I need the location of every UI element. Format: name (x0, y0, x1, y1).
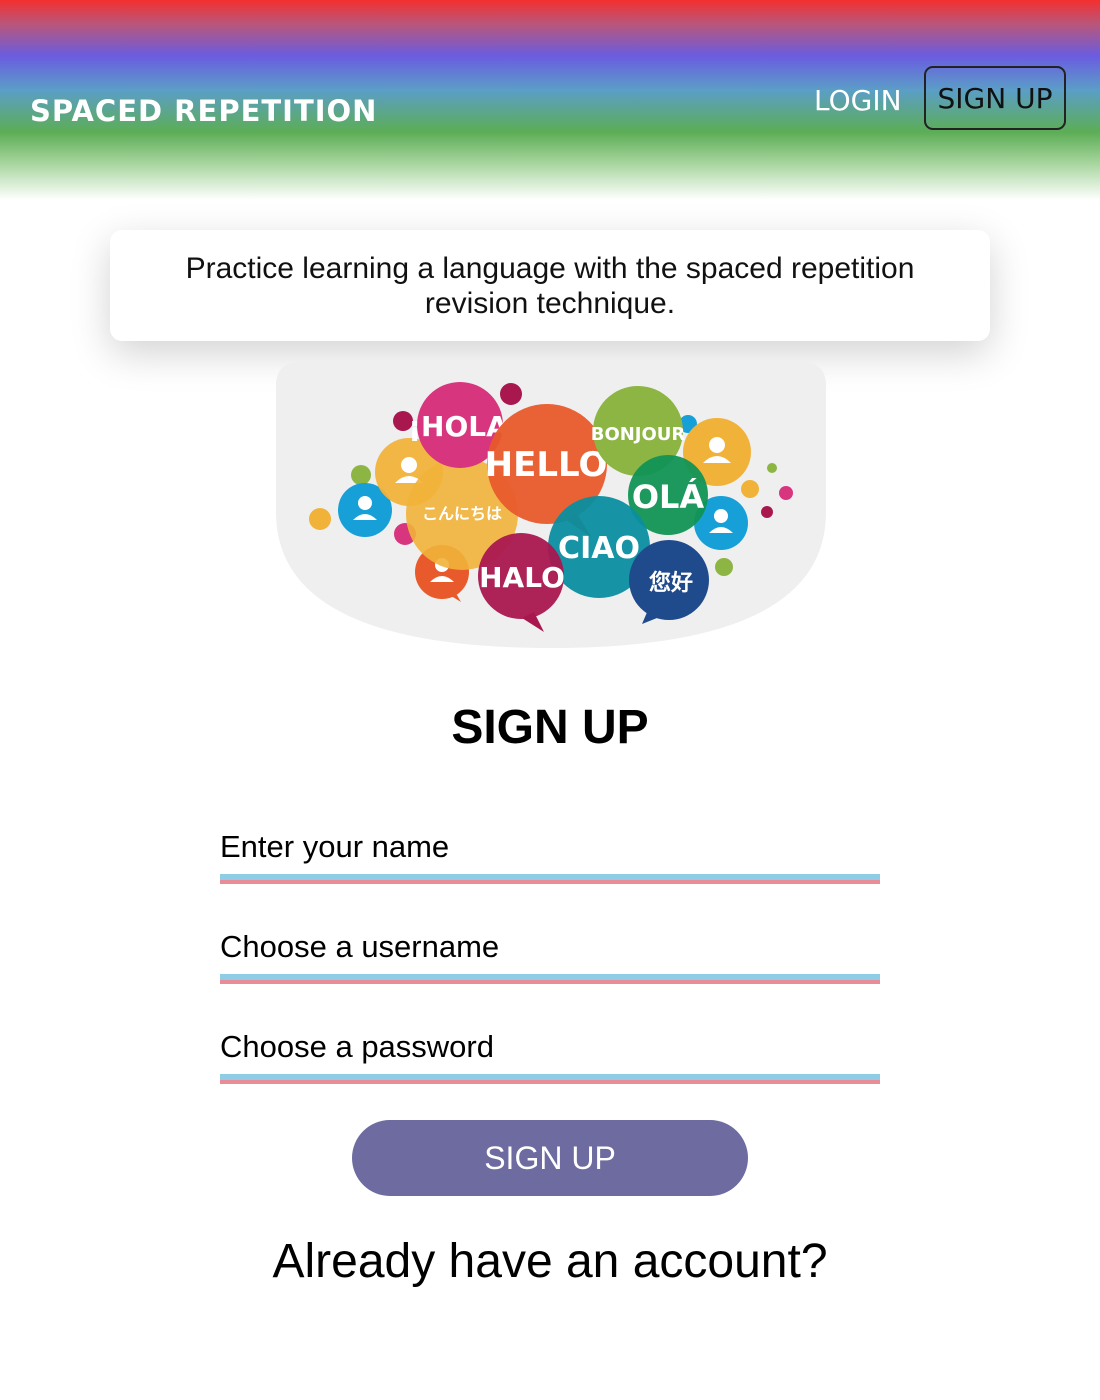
dot (741, 480, 759, 498)
languages-hero-illustration: こんにちは ¡HOLA HELLO BONJOUR OLÁ CIAO HALO … (276, 362, 826, 648)
login-link[interactable]: LOGIN (814, 84, 902, 117)
dot (309, 508, 331, 530)
input-underline (220, 880, 880, 884)
dot (500, 383, 522, 405)
svg-text:こんにちは: こんにちは (422, 504, 502, 523)
svg-text:CIAO: CIAO (558, 531, 640, 566)
svg-text:OLÁ: OLÁ (632, 478, 705, 516)
dot (351, 465, 371, 485)
username-input[interactable] (220, 926, 880, 968)
dot (767, 463, 777, 473)
username-field[interactable] (220, 926, 880, 984)
svg-text:您好: 您好 (649, 570, 693, 596)
svg-text:BONJOUR: BONJOUR (591, 424, 686, 445)
header: SPACED REPETITION LOGIN SIGN UP (0, 0, 1100, 200)
already-have-account-link[interactable]: Already have an account? (0, 1234, 1100, 1289)
tagline: Practice learning a language with the sp… (110, 230, 990, 341)
svg-text:HALO: HALO (479, 561, 565, 594)
password-input[interactable] (220, 1026, 880, 1068)
dot (761, 506, 773, 518)
input-underline (220, 980, 880, 984)
input-underline (220, 1080, 880, 1084)
svg-text:HELLO: HELLO (485, 445, 608, 485)
dot (779, 486, 793, 500)
name-input[interactable] (220, 826, 880, 868)
brand-logo[interactable]: SPACED REPETITION (30, 94, 377, 128)
dot (715, 558, 733, 576)
signup-submit-button[interactable]: SIGN UP (352, 1120, 748, 1196)
name-field[interactable] (220, 826, 880, 884)
signup-title: SIGN UP (451, 701, 649, 754)
signup-nav-button[interactable]: SIGN UP (924, 66, 1066, 130)
password-field[interactable] (220, 1026, 880, 1084)
